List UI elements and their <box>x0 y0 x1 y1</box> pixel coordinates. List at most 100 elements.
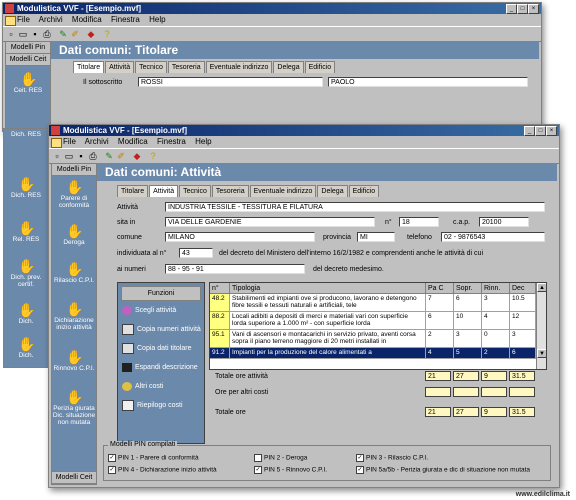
cell-n[interactable]: 88.2 <box>210 312 230 330</box>
tab-eventuale-indirizzo[interactable]: Eventuale indirizzo <box>249 185 317 197</box>
tab-delega[interactable]: Delega <box>273 61 304 73</box>
maximize-button[interactable]: □ <box>535 126 546 136</box>
tab-attivita[interactable]: Attività <box>149 185 179 197</box>
grid-scrollbar[interactable]: ▲ ▼ <box>536 283 546 369</box>
open-icon[interactable]: ▭ <box>18 29 28 39</box>
new-icon[interactable]: ▫ <box>6 29 16 39</box>
save-icon[interactable]: ▪ <box>30 29 40 39</box>
cell-pac[interactable]: 4 <box>426 348 454 359</box>
back-side-item[interactable]: ✋ Dich. <box>4 337 48 359</box>
marker-icon[interactable]: ◆ <box>132 151 142 161</box>
pencil-icon[interactable]: ✐ <box>70 29 80 39</box>
cell-tipologia[interactable]: Vani di ascensori e montacarichi in serv… <box>230 330 426 348</box>
open-icon[interactable]: ▭ <box>64 151 74 161</box>
back-side-item[interactable]: ✋ Dich. RES <box>4 177 48 199</box>
tool-icon[interactable]: ✎ <box>58 29 68 39</box>
cell-tipologia[interactable]: Locali adibiti a depositi di merci e mat… <box>230 312 426 330</box>
cell-tipologia[interactable]: Impianti per la produzione del calore al… <box>230 348 426 359</box>
altri-dec[interactable] <box>509 387 535 397</box>
help-icon[interactable]: ? <box>102 29 112 39</box>
cell-pac[interactable]: 7 <box>426 294 454 312</box>
altri-sopr[interactable] <box>453 387 479 397</box>
cell-rinn[interactable]: 0 <box>482 330 510 348</box>
close-button[interactable]: × <box>546 126 557 136</box>
fn-copia-numeri[interactable]: Copia numeri attività <box>122 323 202 336</box>
cognome-field[interactable]: ROSSI <box>138 77 323 87</box>
menu-finestra[interactable]: Finestra <box>111 15 140 24</box>
fn-altri-costi[interactable]: Altri costi <box>122 380 202 393</box>
menu-help[interactable]: Help <box>195 137 211 146</box>
marker-icon[interactable]: ◆ <box>86 29 96 39</box>
cell-pac[interactable]: 6 <box>426 312 454 330</box>
tab-tecnico[interactable]: Tecnico <box>179 185 211 197</box>
cell-sopr[interactable]: 3 <box>454 330 482 348</box>
attivita-field[interactable]: INDUSTRIA TESSILE - TESSITURA E FILATURA <box>165 202 545 212</box>
nome-field[interactable]: PAOLO <box>328 77 528 87</box>
sidebar-item-rinnovo[interactable]: ✋ Rinnovo C.P.I. <box>52 350 96 372</box>
tab-tesoreria[interactable]: Tesoreria <box>211 185 249 197</box>
cell-dec[interactable]: 6 <box>510 348 536 359</box>
pin-4-checkbox[interactable]: ✓ PIN 4 - Dichiarazione inizio attività <box>108 466 217 474</box>
tab-tesoreria[interactable]: Tesoreria <box>167 61 205 73</box>
pin-3-checkbox[interactable]: ✓ PIN 3 - Rilascio C.P.I. <box>356 454 428 462</box>
sidebar-item-parere[interactable]: ✋ Parere di conformità <box>52 180 96 209</box>
pin-5ab-checkbox[interactable]: ✓ PIN 5a/5b - Perizia giurata e dic di si… <box>356 466 530 474</box>
menu-archivi[interactable]: Archivi <box>39 15 63 24</box>
sidebar-head[interactable]: Modelli Pin <box>52 164 96 176</box>
telefono-field[interactable]: 02 - 9876543 <box>441 232 545 242</box>
pin-2-checkbox[interactable]: PIN 2 - Deroga <box>254 454 307 462</box>
tab-edificio[interactable]: Edificio <box>304 61 336 73</box>
cell-rinn[interactable]: 2 <box>482 348 510 359</box>
back-side-item[interactable]: Dich. RES <box>4 131 48 138</box>
tab-titolare[interactable]: Titolare <box>73 61 105 73</box>
sidebar-item-perizia[interactable]: ✋ Perizia giurata Dic. situazione non mu… <box>52 390 96 426</box>
sidebar-foot[interactable]: Modelli Ceit <box>52 471 96 483</box>
save-icon[interactable]: ▪ <box>76 151 86 161</box>
new-icon[interactable]: ▫ <box>52 151 62 161</box>
cell-sopr[interactable]: 10 <box>454 312 482 330</box>
minimize-button[interactable]: _ <box>524 126 535 136</box>
back-side-item[interactable]: ✋ Rel. RES <box>4 221 48 243</box>
back-side-item[interactable]: ✋ Dich. prev. certif. <box>4 259 48 288</box>
cap-field[interactable]: 20100 <box>479 217 529 227</box>
fn-riepilogo-costi[interactable]: Riepilogo costi <box>122 399 202 412</box>
menu-file[interactable]: File <box>17 15 30 24</box>
menu-help[interactable]: Help <box>149 15 165 24</box>
cell-rinn[interactable]: 4 <box>482 312 510 330</box>
tab-tecnico[interactable]: Tecnico <box>135 61 167 73</box>
numero-civico-field[interactable]: 18 <box>399 217 439 227</box>
pencil-icon[interactable]: ✐ <box>116 151 126 161</box>
cell-dec[interactable]: 3 <box>510 330 536 348</box>
menu-file[interactable]: File <box>63 137 76 146</box>
cell-rinn[interactable]: 3 <box>482 294 510 312</box>
cell-n[interactable]: 95.1 <box>210 330 230 348</box>
fn-copia-titolare[interactable]: Copia dati titolare <box>122 342 202 355</box>
print-icon[interactable]: ⎙ <box>88 151 98 161</box>
menu-modifica[interactable]: Modifica <box>72 15 102 24</box>
tool-icon[interactable]: ✎ <box>104 151 114 161</box>
sidebar-item-deroga[interactable]: ✋ Deroga <box>52 224 96 246</box>
back-side-item[interactable]: ✋ Dich. <box>4 303 48 325</box>
fn-scegli-attivita[interactable]: Scegli attività <box>122 304 202 317</box>
tab-eventuale-indirizzo[interactable]: Eventuale indirizzo <box>205 61 273 73</box>
back-sidebar-head-2[interactable]: Modelli Ceit <box>6 54 50 66</box>
numeri-field[interactable]: 88 - 95 - 91 <box>165 264 305 274</box>
provincia-field[interactable]: MI <box>357 232 395 242</box>
cell-sopr[interactable]: 6 <box>454 294 482 312</box>
scroll-down-icon[interactable]: ▼ <box>537 349 546 358</box>
sidebar-item-rilascio[interactable]: ✋ Rilascio C.P.I. <box>52 262 96 284</box>
cell-n[interactable]: 48.2 <box>210 294 230 312</box>
tab-titolare[interactable]: Titolare <box>117 185 149 197</box>
tab-edificio[interactable]: Edificio <box>348 185 380 197</box>
menu-finestra[interactable]: Finestra <box>157 137 186 146</box>
sita-in-field[interactable]: VIA DELLE GARDENIE <box>165 217 375 227</box>
cell-dec[interactable]: 12 <box>510 312 536 330</box>
tab-attivita[interactable]: Attività <box>105 61 135 73</box>
help-icon[interactable]: ? <box>148 151 158 161</box>
pin-5-checkbox[interactable]: ✓ PIN 5 - Rinnovo C.P.I. <box>254 466 327 474</box>
scroll-up-icon[interactable]: ▲ <box>537 283 546 292</box>
pin-1-checkbox[interactable]: ✓ PIN 1 - Parere di conformità <box>108 454 199 462</box>
individuata-field[interactable]: 43 <box>179 248 213 258</box>
cell-sopr[interactable]: 5 <box>454 348 482 359</box>
back-sidebar-head[interactable]: Modelli Pin <box>6 42 50 54</box>
